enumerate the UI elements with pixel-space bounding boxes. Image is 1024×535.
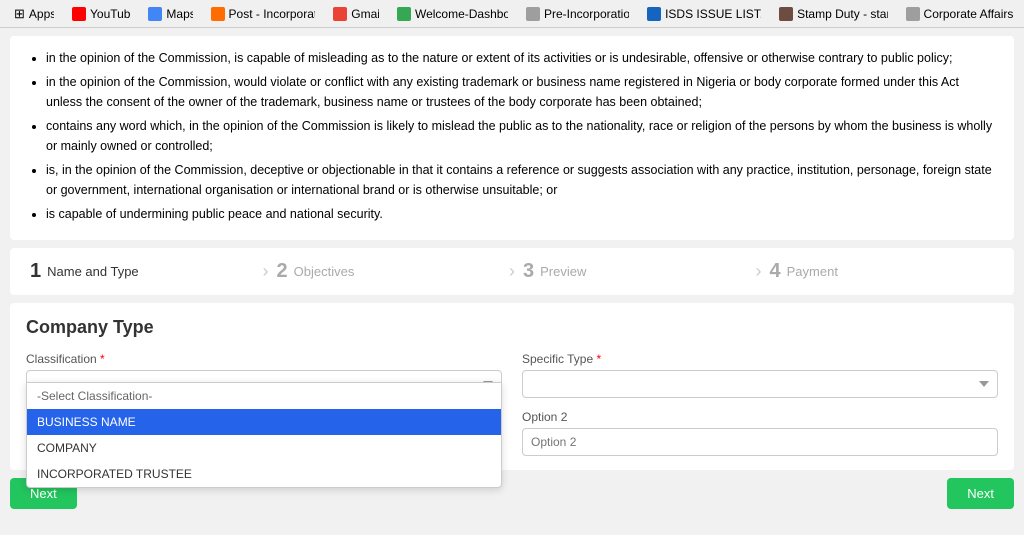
tab-apps[interactable]: ⊞ Apps [8,4,54,24]
specific-type-group: Specific Type * [522,352,998,398]
gmail-favicon [333,7,347,21]
step-2[interactable]: 2 Objectives [277,260,502,283]
tab-corp[interactable]: Corporate Affairs C... [900,5,1016,23]
notice-list: in the opinion of the Commission, is cap… [26,48,998,224]
pre-favicon [526,7,540,21]
dropdown-option-incorporated-trustee[interactable]: INCORPORATED TRUSTEE [27,461,501,487]
notice-item-5: is capable of undermining public peace a… [46,204,998,224]
step-3[interactable]: 3 Preview [523,260,748,283]
step-arrow-1: › [263,261,269,282]
classification-label: Classification * [26,352,502,366]
classification-row: Classification * -Select Classification-… [26,352,998,398]
tab-youtube[interactable]: YouTube [66,5,130,23]
page-content: in the opinion of the Commission, is cap… [0,28,1024,517]
step-1-label: Name and Type [47,264,139,279]
step-arrow-2: › [509,261,515,282]
dropdown-option-business-name[interactable]: BUSINESS NAME [27,409,501,435]
post-favicon [211,7,225,21]
specific-type-select[interactable] [522,370,998,398]
classification-group: Classification * -Select Classification-… [26,352,502,398]
tab-post[interactable]: Post - Incorporation [205,5,316,23]
tab-pre[interactable]: Pre-Incorporation... [520,5,629,23]
option2-label: Option 2 [522,410,998,424]
tab-gmail[interactable]: Gmail [327,5,379,23]
step-1[interactable]: 1 Name and Type [30,260,255,283]
classification-required: * [100,352,105,366]
option2-input[interactable] [522,428,998,456]
specific-type-label: Specific Type * [522,352,998,366]
corp-favicon [906,7,920,21]
form-section: Company Type Classification * -Select Cl… [10,303,1014,470]
option2-group: Option 2 [522,410,998,456]
notice-box: in the opinion of the Commission, is cap… [10,36,1014,240]
step-4-number: 4 [770,260,781,283]
step-2-number: 2 [277,260,288,283]
notice-item-4: is, in the opinion of the Commission, de… [46,160,998,200]
next-button-right[interactable]: Next [947,478,1014,509]
step-3-number: 3 [523,260,534,283]
notice-item-2: in the opinion of the Commission, would … [46,72,998,112]
tab-welcome[interactable]: Welcome-Dashboard [391,5,508,23]
step-1-number: 1 [30,260,41,283]
specific-type-required: * [597,352,602,366]
notice-item-1: in the opinion of the Commission, is cap… [46,48,998,68]
youtube-favicon [72,7,86,21]
stamp-favicon [779,7,793,21]
maps-favicon [148,7,162,21]
step-2-label: Objectives [294,264,355,279]
section-title: Company Type [26,317,998,338]
tab-maps[interactable]: Maps [142,5,192,23]
step-arrow-3: › [756,261,762,282]
dropdown-option-company[interactable]: COMPANY [27,435,501,461]
notice-item-3: contains any word which, in the opinion … [46,116,998,156]
browser-tabs-bar: ⊞ Apps YouTube Maps Post - Incorporation… [0,0,1024,28]
tab-isds[interactable]: ISDS ISSUE LIST.xlsx... [641,5,761,23]
isds-favicon [647,7,661,21]
dropdown-option-placeholder[interactable]: -Select Classification- [27,383,501,409]
stepper: 1 Name and Type › 2 Objectives › 3 Previ… [10,248,1014,295]
step-3-label: Preview [540,264,586,279]
step-4-label: Payment [787,264,838,279]
step-4[interactable]: 4 Payment [770,260,995,283]
welcome-favicon [397,7,411,21]
tab-stamp[interactable]: Stamp Duty - stam... [773,5,887,23]
classification-dropdown: -Select Classification- BUSINESS NAME CO… [26,382,502,488]
